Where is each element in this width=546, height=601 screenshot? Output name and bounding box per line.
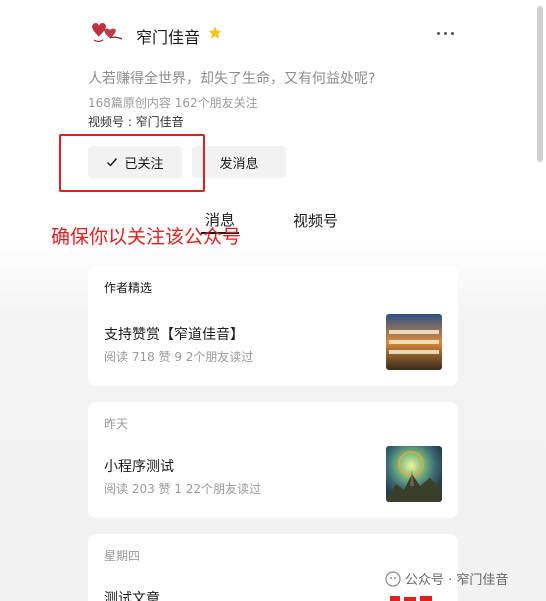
- account-logo[interactable]: [88, 18, 124, 48]
- article-card[interactable]: 昨天 小程序测试 阅读 203 赞 1 22个朋友读过: [88, 402, 458, 518]
- article-card[interactable]: 作者精选 支持赞赏【窄道佳音】 阅读 718 赞 9 2个朋友读过: [88, 266, 458, 386]
- account-bio: 人若赚得全世界，却失了生命，又有何益处呢?: [88, 71, 376, 87]
- highlight-box: [59, 134, 205, 192]
- wechat-icon: [385, 570, 401, 587]
- star-icon[interactable]: [207, 25, 223, 41]
- send-message-label: 发消息: [219, 156, 259, 172]
- partial-red-annotation: [388, 590, 440, 601]
- scrollbar[interactable]: [537, 6, 543, 162]
- article-meta: 阅读 718 赞 9 2个朋友读过: [104, 350, 254, 364]
- card-section-label: 星期四: [104, 549, 141, 563]
- article-title[interactable]: 小程序测试: [104, 456, 174, 476]
- watermark: 公众号 · 窄门佳音: [385, 569, 508, 588]
- account-name: 窄门佳音: [136, 28, 201, 47]
- card-section-label: 作者精选: [104, 281, 153, 295]
- article-thumbnail[interactable]: [386, 446, 442, 502]
- send-message-button[interactable]: 发消息: [192, 146, 286, 178]
- article-thumbnail[interactable]: [386, 314, 442, 370]
- article-title[interactable]: 支持赞赏【窄道佳音】: [104, 324, 244, 344]
- article-title[interactable]: 测试文章: [104, 588, 160, 601]
- watermark-text: 公众号 · 窄门佳音: [405, 573, 509, 588]
- video-channel-link[interactable]: 视频号 : 窄门佳音: [88, 113, 184, 130]
- card-section-label: 昨天: [104, 417, 129, 431]
- annotation-text: 确保你以关注该公众号: [51, 226, 242, 248]
- more-options-icon[interactable]: [437, 28, 457, 38]
- article-meta: 阅读 203 赞 1 22个朋友读过: [104, 482, 262, 496]
- tab-video-channel[interactable]: 视频号: [293, 210, 338, 231]
- account-stats: 168篇原创内容 162个朋友关注: [88, 96, 258, 110]
